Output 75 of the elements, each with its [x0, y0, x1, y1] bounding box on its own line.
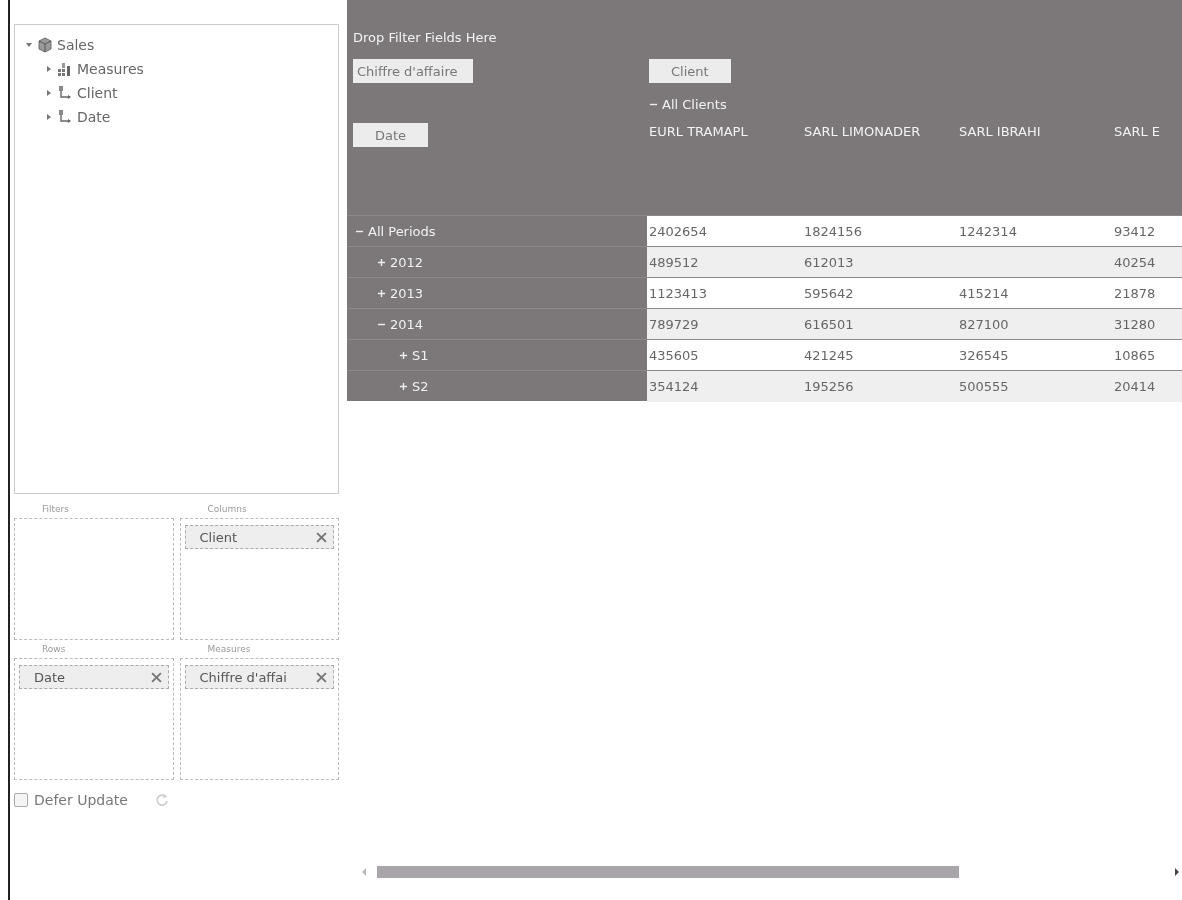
table-cell: 500555: [959, 378, 1009, 394]
table-cell: 415214: [959, 285, 1009, 301]
tree-item[interactable]: Measures: [77, 61, 144, 77]
table-cell: 489512: [649, 254, 699, 270]
filter-drop-hint: Drop Filter Fields Here: [353, 29, 498, 45]
table-cell: 195256: [804, 378, 854, 394]
column-field-button[interactable]: Client: [649, 59, 731, 83]
column-header: SARL IBRAHI: [959, 124, 1042, 139]
expand-toggle-icon[interactable]: [45, 89, 53, 97]
table-cell: 93412: [1114, 223, 1156, 239]
expand-icon[interactable]: [377, 257, 386, 267]
column-header: SARL LIMONADER: [804, 124, 922, 139]
table-cell: 595642: [804, 285, 854, 301]
row-header[interactable]: 2013: [347, 278, 647, 308]
field-label: Client: [199, 529, 238, 545]
row-header[interactable]: All Periods: [347, 216, 647, 246]
drop-area[interactable]: Date: [14, 658, 174, 780]
hierarchy-icon: [57, 109, 73, 125]
row-field-button[interactable]: Date: [353, 123, 429, 147]
table-cell: 1123413: [649, 285, 707, 301]
area-label: Measures: [206, 643, 252, 656]
table-cell: 1242314: [959, 223, 1017, 239]
tree-item[interactable]: Date: [77, 109, 111, 125]
area-label: Rows: [41, 643, 67, 656]
table-cell: 435605: [649, 347, 699, 363]
drop-area[interactable]: Client: [179, 518, 339, 640]
table-cell: 21878: [1114, 285, 1156, 301]
expand-toggle-icon[interactable]: [45, 65, 53, 73]
drop-area[interactable]: Chiffre d'affai: [179, 658, 339, 780]
column-header: SARL E: [1114, 124, 1161, 139]
row-header[interactable]: S2: [347, 371, 647, 401]
expand-icon[interactable]: [399, 350, 408, 360]
scrollbar-thumb[interactable]: [377, 866, 960, 878]
field-chip[interactable]: Date: [19, 665, 169, 689]
column-header: EURL TRAMAPL: [649, 124, 749, 139]
expand-icon[interactable]: [399, 381, 408, 391]
tree-item[interactable]: Client: [77, 85, 118, 101]
table-cell: 616501: [804, 316, 854, 332]
measures-icon: [57, 61, 73, 77]
close-icon[interactable]: [316, 531, 327, 543]
table-cell: 354124: [649, 378, 699, 394]
expand-toggle-icon[interactable]: [45, 113, 53, 121]
cube-icon: [37, 37, 53, 53]
table-cell: 20414: [1114, 378, 1156, 394]
checkbox-label[interactable]: Defer Update: [34, 792, 128, 808]
column-header: All Clients: [662, 97, 727, 112]
row-header[interactable]: S1: [347, 340, 647, 370]
expand-toggle-icon[interactable]: [25, 41, 33, 49]
table-cell: 2402654: [649, 223, 707, 239]
table-cell: 10865: [1114, 347, 1156, 363]
tree-item[interactable]: Sales: [57, 37, 95, 53]
expand-icon[interactable]: [377, 288, 386, 298]
field-label: Date: [34, 669, 66, 685]
hierarchy-icon: [57, 85, 73, 101]
table-cell: 326545: [959, 347, 1009, 363]
table-cell: 40254: [1114, 254, 1156, 270]
scroll-left-icon[interactable]: [361, 868, 367, 876]
row-header[interactable]: 2012: [347, 247, 647, 277]
field-label: Chiffre d'affai: [199, 669, 287, 685]
table-cell: 827100: [959, 316, 1009, 332]
table-cell: 1824156: [804, 223, 862, 239]
scroll-right-icon[interactable]: [1174, 868, 1180, 876]
table-cell: 789729: [649, 316, 699, 332]
row-header[interactable]: 2014: [347, 309, 647, 339]
table-cell: 421245: [804, 347, 854, 363]
checkbox[interactable]: [14, 793, 28, 807]
field-chip[interactable]: Chiffre d'affai: [184, 665, 334, 689]
field-chip[interactable]: Client: [184, 525, 334, 549]
close-icon[interactable]: [150, 671, 162, 683]
table-cell: 31280: [1114, 316, 1156, 332]
area-label: Filters: [41, 503, 70, 516]
area-label: Columns: [206, 503, 248, 516]
data-field-button[interactable]: Chiffre d'affaire: [353, 59, 474, 83]
close-icon[interactable]: [316, 671, 327, 683]
table-cell: 612013: [804, 254, 854, 270]
